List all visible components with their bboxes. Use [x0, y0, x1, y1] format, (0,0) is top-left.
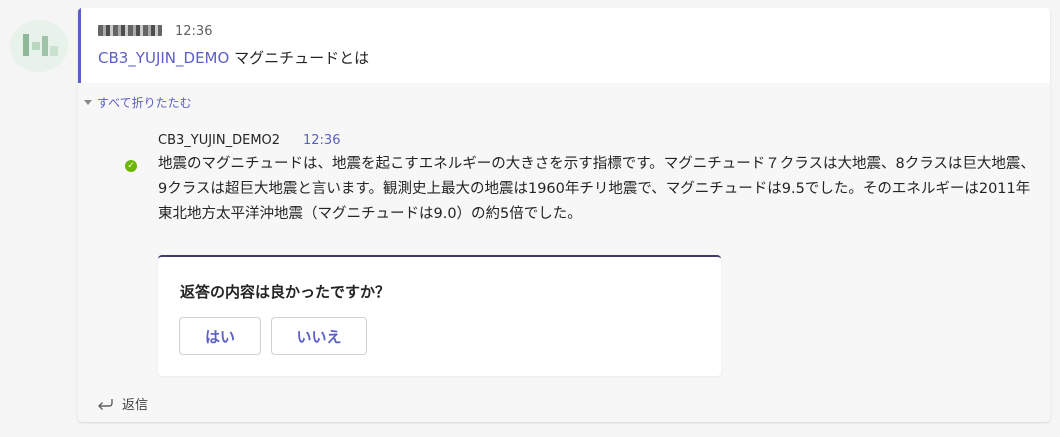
caret-down-icon — [84, 100, 92, 105]
collapse-all-button[interactable]: すべて折りたたむ — [84, 94, 192, 111]
feedback-adaptive-card: 返答の内容は良かったですか？ はい いいえ — [158, 255, 721, 376]
avatar-pixel — [23, 34, 29, 56]
reply-arrow-icon — [96, 397, 114, 411]
reply-author[interactable]: CB3_YUJIN_DEMO2 — [158, 133, 280, 148]
parent-message[interactable]: 12:36 CB3_YUJIN_DEMO マグニチュードとは — [78, 8, 1050, 83]
parent-message-text: マグニチュードとは — [234, 49, 370, 67]
delivered-check-icon: ✓ — [125, 160, 137, 172]
collapse-all-label: すべて折りたたむ — [97, 96, 192, 110]
message-thread-card: 12:36 CB3_YUJIN_DEMO マグニチュードとは すべて折りたたむ … — [78, 8, 1050, 422]
reply-label: 返信 — [122, 398, 149, 413]
avatar[interactable] — [10, 20, 68, 72]
reply-message-text: 地震のマグニチュードは、地震を起こすエネルギーの大きさを示す指標です。マグニチュ… — [158, 156, 1035, 222]
author-name-redacted[interactable] — [98, 25, 162, 36]
bot-mention[interactable]: CB3_YUJIN_DEMO — [98, 49, 229, 67]
no-button[interactable]: いいえ — [271, 317, 367, 355]
reply-button[interactable]: 返信 — [96, 394, 148, 413]
parent-message-time: 12:36 — [175, 24, 213, 39]
feedback-question: 返答の内容は良かったですか？ — [180, 283, 391, 301]
parent-message-body: CB3_YUJIN_DEMO マグニチュードとは — [98, 47, 369, 68]
reply-time: 12:36 — [303, 133, 341, 148]
avatar-pixel — [32, 42, 40, 50]
yes-button[interactable]: はい — [179, 317, 261, 355]
avatar-pixel — [50, 46, 58, 56]
avatar-pixel — [42, 36, 48, 56]
